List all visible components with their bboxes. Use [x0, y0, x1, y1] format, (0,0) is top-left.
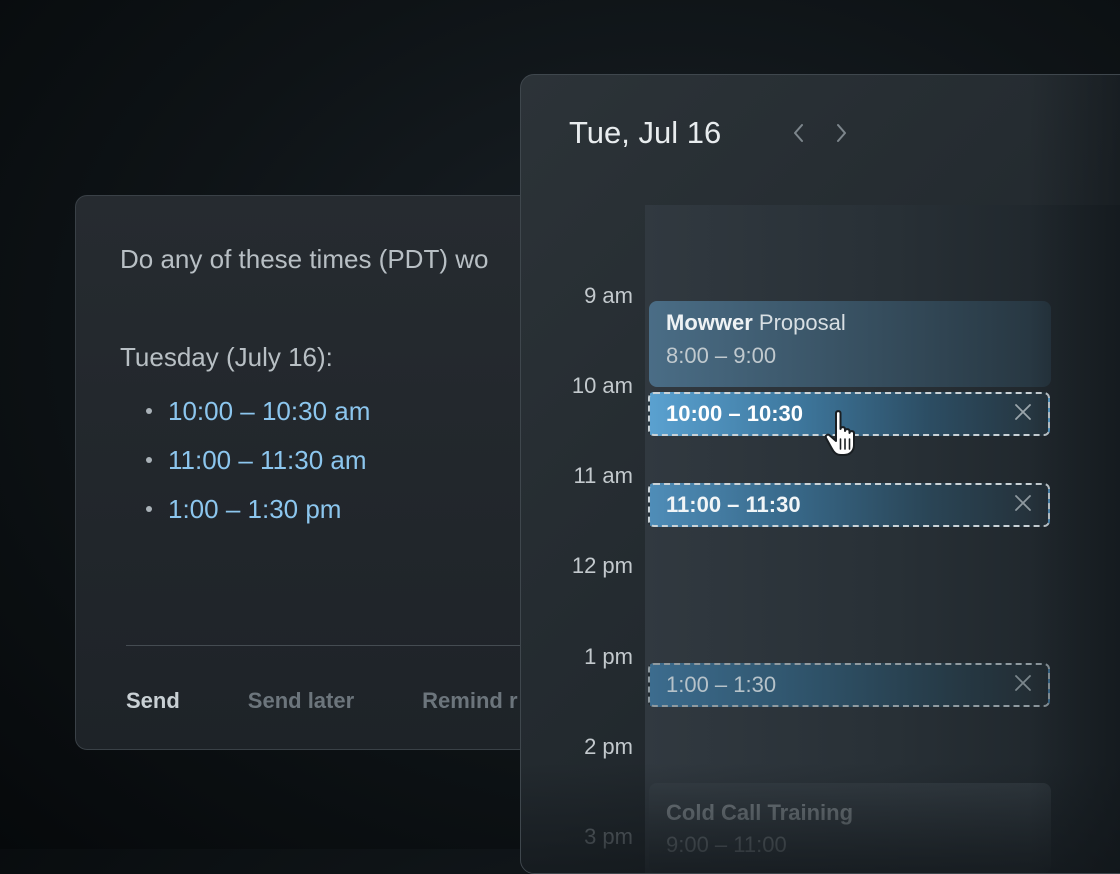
close-icon[interactable]	[1012, 492, 1034, 519]
hour-label: 10 am	[571, 373, 633, 398]
time-option-text: 1:00 – 1:30 pm	[168, 493, 342, 524]
bullet-icon	[146, 407, 152, 414]
time-option[interactable]: 11:00 – 11:30 am	[120, 435, 370, 484]
email-compose-panel: Do any of these times (PDT) wo Tuesday (…	[75, 195, 575, 750]
send-later-button[interactable]: Send later	[248, 688, 354, 714]
proposed-time-slot[interactable]: 1:00 – 1:30	[648, 663, 1050, 707]
hour-label: 11 am	[573, 463, 633, 488]
hand-pointer-icon	[823, 409, 867, 464]
hour-label: 2 pm	[584, 734, 633, 759]
send-button[interactable]: Send	[126, 688, 180, 714]
hour-label: 9 am	[584, 283, 633, 308]
close-icon[interactable]	[1012, 672, 1034, 699]
message-day-label: Tuesday (July 16):	[120, 342, 333, 372]
bullet-icon	[146, 505, 152, 512]
event-title: Cold Call Training	[666, 800, 854, 825]
slot-time: 10:00 – 10:30	[666, 401, 803, 426]
compose-actions: Send Send later Remind r	[126, 688, 586, 714]
calendar-event[interactable]: Cold Call Training 9:00 – 11:00	[649, 783, 1051, 873]
slot-time: 1:00 – 1:30	[666, 672, 777, 697]
hour-label: 3 pm	[584, 824, 633, 849]
time-option-text: 10:00 – 10:30 am	[168, 395, 371, 426]
calendar-panel: Tue, Jul 16 9 am 10 am 11 am 12 pm 1 pm …	[520, 74, 1120, 874]
calendar-event[interactable]: Mowwer Proposal 8:00 – 9:00	[649, 301, 1051, 387]
message-question: Do any of these times (PDT) wo	[120, 244, 489, 274]
divider	[126, 645, 574, 646]
time-option-text: 11:00 – 11:30 am	[168, 444, 367, 475]
time-options-list: 10:00 – 10:30 am 11:00 – 11:30 am 1:00 –…	[120, 386, 370, 533]
calendar-date-title: Tue, Jul 16	[569, 115, 722, 150]
remind-button[interactable]: Remind r	[422, 688, 517, 714]
close-icon[interactable]	[1012, 401, 1034, 428]
chevron-right-icon[interactable]	[829, 119, 853, 147]
time-option[interactable]: 10:00 – 10:30 am	[120, 386, 370, 435]
time-option[interactable]: 1:00 – 1:30 pm	[120, 484, 370, 533]
event-time: 8:00 – 9:00	[666, 343, 777, 368]
proposed-time-slot[interactable]: 11:00 – 11:30	[648, 483, 1050, 527]
hour-label: 12 pm	[571, 553, 633, 578]
hour-label: 1 pm	[584, 644, 633, 669]
bullet-icon	[146, 456, 152, 463]
chevron-left-icon[interactable]	[787, 119, 811, 147]
event-title: Mowwer Proposal	[666, 310, 846, 335]
slot-time: 11:00 – 11:30	[666, 492, 801, 517]
event-time: 9:00 – 11:00	[666, 832, 787, 857]
